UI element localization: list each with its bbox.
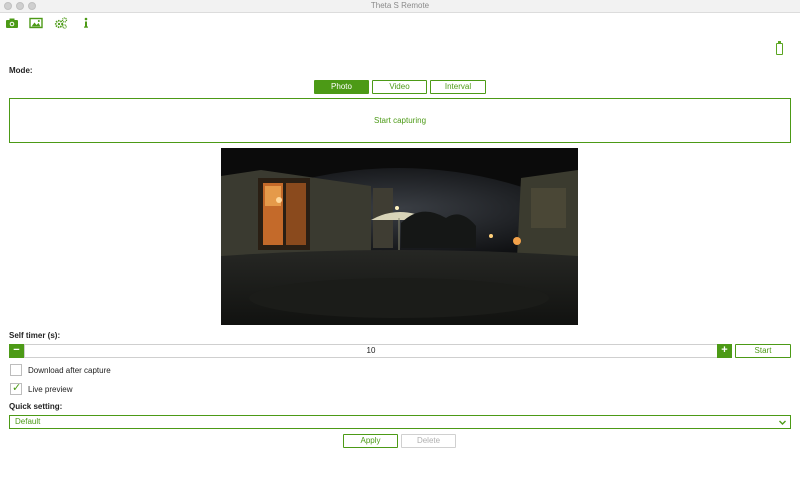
checkmark-icon: ✓ (12, 382, 22, 394)
download-after-capture-label: Download after capture (28, 366, 111, 375)
battery-icon (776, 41, 783, 55)
quick-setting-label: Quick setting: (9, 402, 63, 411)
quick-setting-value: Default (15, 417, 41, 426)
timer-increment-button[interactable]: + (717, 344, 732, 358)
mode-photo-button[interactable]: Photo (314, 80, 369, 94)
title-bar: Theta S Remote (0, 0, 800, 13)
chevron-down-icon (779, 420, 786, 425)
mode-video-button[interactable]: Video (372, 80, 427, 94)
live-preview-checkbox[interactable]: ✓ (10, 382, 22, 395)
gallery-icon[interactable] (29, 16, 43, 30)
quick-setting-select[interactable]: Default (9, 415, 791, 429)
camera-icon[interactable] (5, 16, 19, 30)
self-timer-label: Self timer (s): (9, 331, 61, 340)
live-preview-label: Live preview (28, 385, 73, 394)
delete-button[interactable]: Delete (401, 434, 456, 448)
window-title: Theta S Remote (370, 1, 430, 10)
download-after-capture-checkbox[interactable] (10, 364, 22, 376)
info-icon[interactable] (79, 16, 93, 30)
timer-decrement-button[interactable]: − (9, 344, 24, 358)
timer-start-button[interactable]: Start (735, 344, 791, 358)
settings-gears-icon[interactable] (54, 16, 68, 30)
start-capturing-button[interactable]: Start capturing (9, 98, 791, 143)
live-preview-image (221, 148, 578, 325)
mode-label: Mode: (9, 66, 33, 75)
timer-value-field[interactable]: 10 (24, 344, 718, 358)
mode-interval-button[interactable]: Interval (430, 80, 486, 94)
apply-button[interactable]: Apply (343, 434, 398, 448)
